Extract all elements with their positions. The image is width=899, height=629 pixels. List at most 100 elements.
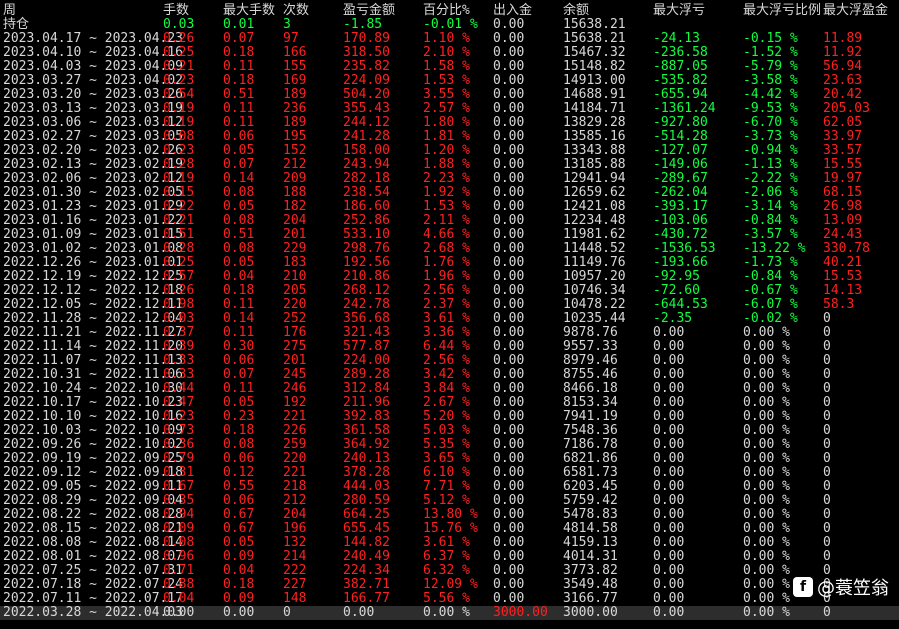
table-row[interactable]: 2022.08.29 ~ 2022.09.04 0.35 0.06 212 280.59… — [0, 494, 899, 508]
col-pnl[interactable]: 盈亏金额 — [343, 4, 395, 18]
table-row[interactable]: 2022.10.03 ~ 2022.10.09 0.73 0.18 226 361.58… — [0, 424, 899, 438]
cell-float-loss: 0.00 — [653, 563, 685, 578]
table-row[interactable]: 2022.10.24 ~ 2022.10.30 0.44 0.11 246 312.84… — [0, 382, 899, 396]
cell-max-lots: 0.18 — [223, 283, 255, 298]
cell-week: 2022.07.18 ~ 2022.07.24 — [3, 577, 184, 592]
col-float-loss[interactable]: 最大浮亏 — [653, 4, 705, 18]
cell-week: 2022.11.14 ~ 2022.11.20 — [3, 339, 184, 354]
table-row[interactable]: 2023.01.02 ~ 2023.01.08 0.28 0.08 229 298.76… — [0, 242, 899, 256]
table-row[interactable]: 2022.09.12 ~ 2022.09.18 0.31 0.12 221 378.28… — [0, 466, 899, 480]
table-row[interactable]: 2022.08.08 ~ 2022.08.14 0.08 0.05 132 144.82… — [0, 536, 899, 550]
cell-balance: 11981.62 — [563, 227, 626, 242]
col-max-lots[interactable]: 最大手数 — [223, 4, 275, 18]
table-row[interactable]: 2022.12.26 ~ 2023.01.01 0.25 0.05 183 192.56… — [0, 256, 899, 270]
table-row[interactable]: 2023.04.03 ~ 2023.04.09 0.21 0.11 155 235.82… — [0, 60, 899, 74]
col-float-gain[interactable]: 最大浮盈金 — [823, 4, 888, 18]
cell-week: 2023.04.03 ~ 2023.04.09 — [3, 59, 184, 74]
cell-float-loss-pct: -0.94 % — [743, 143, 798, 158]
cell-lots: 0.04 — [163, 591, 195, 606]
cell-count: 221 — [283, 465, 307, 480]
table-row[interactable]: 2022.12.19 ~ 2022.12.25 0.57 0.04 210 210.86… — [0, 270, 899, 284]
table-row[interactable]: 2023.02.13 ~ 2023.02.19 0.28 0.07 212 243.94… — [0, 158, 899, 172]
table-row[interactable]: 2023.01.23 ~ 2023.01.29 0.22 0.05 182 186.60… — [0, 200, 899, 214]
cell-lots: 0.09 — [163, 521, 195, 536]
table-row[interactable]: 2022.11.21 ~ 2022.11.27 0.37 0.11 176 321.43… — [0, 326, 899, 340]
cell-float-loss-pct: -0.67 % — [743, 283, 798, 298]
table-row[interactable]: 2022.12.12 ~ 2022.12.18 0.26 0.18 205 268.12… — [0, 284, 899, 298]
table-row[interactable]: 2023.01.30 ~ 2023.02.05 0.15 0.08 188 238.54… — [0, 186, 899, 200]
cell-count: 259 — [283, 437, 307, 452]
table-row[interactable]: 2022.11.14 ~ 2022.11.20 0.39 0.30 275 577.87… — [0, 340, 899, 354]
table-row[interactable]: 2022.07.25 ~ 2022.07.31 0.71 0.04 222 224.34… — [0, 564, 899, 578]
cell-float-gain: 0 — [823, 493, 831, 508]
table-row[interactable]: 2022.03.28 ~ 2022.04.03 0.00 0.00 0 0.00 0.00… — [0, 606, 899, 620]
cell-float-loss-pct: 0.00 % — [743, 437, 790, 452]
cell-pct: 5.35 % — [423, 437, 470, 452]
col-io[interactable]: 出入金 — [493, 4, 532, 18]
cell-float-gain: 0 — [823, 521, 831, 536]
table-row[interactable]: 2023.02.20 ~ 2023.02.26 0.23 0.05 152 158.00… — [0, 144, 899, 158]
cell-max-lots: 0.08 — [223, 213, 255, 228]
cell-io: 0.00 — [493, 199, 525, 214]
table-row[interactable]: 2022.11.07 ~ 2022.11.13 0.33 0.06 201 224.00… — [0, 354, 899, 368]
cell-lots: 0.51 — [163, 227, 195, 242]
table-row[interactable]: 2022.08.22 ~ 2022.08.28 0.94 0.67 204 664.25… — [0, 508, 899, 522]
cell-balance: 4814.58 — [563, 521, 618, 536]
cell-pnl: 242.78 — [343, 297, 390, 312]
cell-count: 152 — [283, 143, 307, 158]
col-week[interactable]: 周 — [3, 4, 16, 18]
table-row[interactable]: 2023.01.16 ~ 2023.01.22 0.21 0.08 204 252.86… — [0, 214, 899, 228]
table-row[interactable]: 2023.01.09 ~ 2023.01.15 0.51 0.51 201 533.10… — [0, 228, 899, 242]
cell-week: 2022.11.21 ~ 2022.11.27 — [3, 325, 184, 340]
table-row[interactable]: 2022.09.19 ~ 2022.09.25 0.79 0.06 220 240.13… — [0, 452, 899, 466]
cell-week: 2023.03.27 ~ 2023.04.02 — [3, 73, 184, 88]
table-row[interactable]: 2023.02.06 ~ 2023.02.12 0.19 0.14 209 282.18… — [0, 172, 899, 186]
table-row[interactable]: 2023.03.13 ~ 2023.03.19 0.19 0.11 236 355.43… — [0, 102, 899, 116]
cell-float-loss: -1536.53 — [653, 241, 716, 256]
cell-float-loss-pct: 0.00 % — [743, 395, 790, 410]
table-row[interactable]: 2022.12.05 ~ 2022.12.11 0.98 0.11 220 242.78… — [0, 298, 899, 312]
table-row[interactable]: 2023.03.20 ~ 2023.03.26 0.54 0.51 189 504.20… — [0, 88, 899, 102]
cell-float-gain: 0 — [823, 325, 831, 340]
table-row[interactable]: 2022.08.15 ~ 2022.08.21 0.09 0.67 196 655.45… — [0, 522, 899, 536]
holding-label: 持仓 — [3, 17, 30, 32]
col-lots[interactable]: 手数 — [163, 4, 189, 18]
table-row[interactable]: 2022.10.17 ~ 2022.10.23 0.47 0.05 192 211.96… — [0, 396, 899, 410]
cell-max-lots: 0.23 — [223, 409, 255, 424]
cell-max-lots: 0.51 — [223, 227, 255, 242]
cell-max-lots: 0.55 — [223, 479, 255, 494]
table-row[interactable]: 2023.03.06 ~ 2023.03.12 0.19 0.11 189 244.12… — [0, 116, 899, 130]
cell-pct: 3.65 % — [423, 451, 470, 466]
cell-float-loss-pct: -6.70 % — [743, 115, 798, 130]
table-row[interactable]: 2023.04.10 ~ 2023.04.16 0.25 0.18 166 318.50… — [0, 46, 899, 60]
cell-count: 222 — [283, 563, 307, 578]
cell-pct: 1.92 % — [423, 185, 470, 200]
table-row[interactable]: 2022.10.10 ~ 2022.10.16 0.23 0.23 221 392.83… — [0, 410, 899, 424]
table-row[interactable]: 2022.09.05 ~ 2022.09.11 0.67 0.55 218 444.03… — [0, 480, 899, 494]
cell-io: 0.00 — [493, 381, 525, 396]
col-pct[interactable]: 百分比% — [423, 4, 470, 18]
cell-max-lots: 0.08 — [223, 437, 255, 452]
table-row[interactable]: 2022.09.26 ~ 2022.10.02 0.36 0.08 259 364.92… — [0, 438, 899, 452]
cell-pnl: 355.43 — [343, 101, 390, 116]
cell-week: 2022.10.31 ~ 2022.11.06 — [3, 367, 184, 382]
col-count[interactable]: 次数 — [283, 4, 309, 18]
cell-io: 0.00 — [493, 395, 525, 410]
table-row[interactable]: 2022.07.18 ~ 2022.07.24 0.88 0.18 227 382.71… — [0, 578, 899, 592]
table-row[interactable]: 2023.03.27 ~ 2023.04.02 0.23 0.18 169 224.09… — [0, 74, 899, 88]
table-row[interactable]: 2022.11.28 ~ 2022.12.04 0.03 0.14 252 356.68… — [0, 312, 899, 326]
table-row[interactable]: 2022.07.11 ~ 2022.07.17 0.04 0.09 148 166.77… — [0, 592, 899, 606]
col-balance[interactable]: 余额 — [563, 4, 589, 18]
cell-lots: 0.54 — [163, 87, 195, 102]
cell-lots: 0.22 — [163, 199, 195, 214]
cell-max-lots: 0.11 — [223, 115, 255, 130]
cell-lots: 0.79 — [163, 451, 195, 466]
col-float-loss-pct[interactable]: 最大浮亏比例 — [743, 4, 821, 18]
cell-week: 2022.07.25 ~ 2022.07.31 — [3, 563, 184, 578]
table-row[interactable]: 2023.04.17 ~ 2023.04.23 0.26 0.07 97 170.89 1… — [0, 32, 899, 46]
cell-count: 189 — [283, 87, 307, 102]
table-row[interactable]: 2022.10.31 ~ 2022.11.06 0.33 0.07 245 289.28… — [0, 368, 899, 382]
table-row[interactable]: 2022.08.01 ~ 2022.08.07 0.96 0.09 214 240.49… — [0, 550, 899, 564]
table-row[interactable]: 2023.02.27 ~ 2023.03.05 0.08 0.06 195 241.28… — [0, 130, 899, 144]
holding-row[interactable]: 持仓 0.03 0.01 3 -1.85 -0.01 % 0.00 15638.… — [0, 18, 899, 32]
